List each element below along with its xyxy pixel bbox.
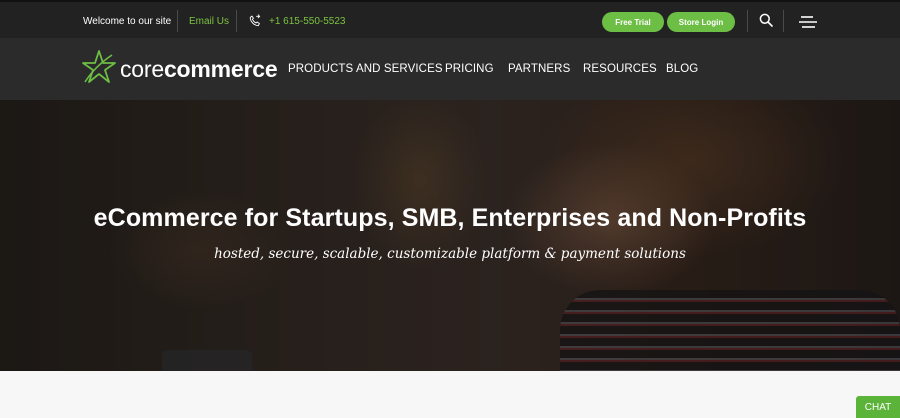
divider xyxy=(783,10,784,32)
divider xyxy=(747,10,748,32)
hero-banner: eCommerce for Startups, SMB, Enterprises… xyxy=(0,100,900,371)
logo-wordmark: corecommerce xyxy=(120,55,278,83)
email-us-link[interactable]: Email Us xyxy=(189,2,229,40)
free-trial-button[interactable]: Free Trial xyxy=(602,12,664,32)
nav-resources[interactable]: RESOURCES xyxy=(583,38,657,100)
phone-link[interactable]: +1 615-550-5523 xyxy=(269,2,345,40)
divider xyxy=(177,10,178,32)
chat-button[interactable]: CHAT xyxy=(856,396,900,418)
main-navbar: corecommerce PRODUCTS AND SERVICES PRICI… xyxy=(0,38,900,100)
divider xyxy=(236,10,237,32)
phone-icon xyxy=(248,2,262,40)
content-section xyxy=(0,371,900,418)
top-bar: Welcome to our site Email Us +1 615-550-… xyxy=(0,0,900,38)
site-logo[interactable]: corecommerce xyxy=(82,49,278,90)
hero-subtitle: hosted, secure, scalable, customizable p… xyxy=(214,246,686,262)
logo-star-icon xyxy=(82,49,116,90)
nav-partners[interactable]: PARTNERS xyxy=(508,38,570,100)
nav-products-and-services[interactable]: PRODUCTS AND SERVICES xyxy=(288,38,443,100)
hamburger-menu-icon[interactable] xyxy=(799,15,817,29)
hero-title: eCommerce for Startups, SMB, Enterprises… xyxy=(93,204,807,232)
nav-blog[interactable]: BLOG xyxy=(666,38,698,100)
logo-text-bold: commerce xyxy=(163,55,278,82)
search-icon[interactable] xyxy=(759,13,773,27)
logo-text-light: core xyxy=(120,55,164,82)
hero-overlay xyxy=(0,100,900,371)
welcome-text: Welcome to our site xyxy=(83,15,172,27)
nav-pricing[interactable]: PRICING xyxy=(445,38,494,100)
store-login-button[interactable]: Store Login xyxy=(667,12,735,32)
